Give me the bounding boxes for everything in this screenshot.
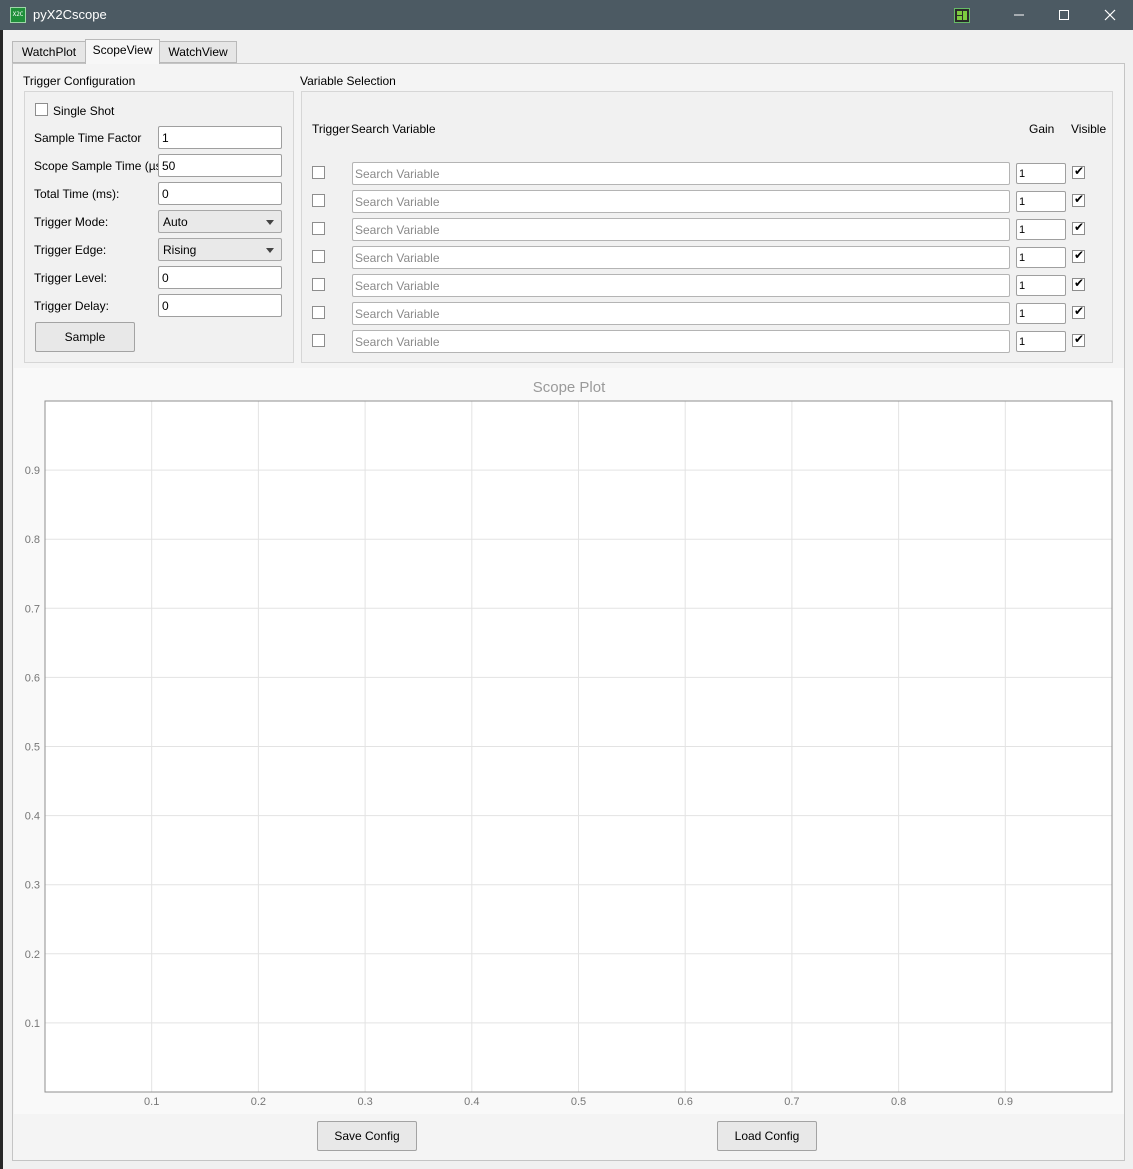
search-variable-input[interactable]: Search Variable <box>352 302 1010 325</box>
sample-button[interactable]: Sample <box>35 322 135 352</box>
search-column-header: Search Variable <box>351 122 436 136</box>
window-title: pyX2Cscope <box>33 7 107 22</box>
app-logo-icon: X2C <box>10 7 26 23</box>
title-bar[interactable]: X2C pyX2Cscope <box>0 0 1133 30</box>
sample-time-factor-field[interactable]: 1 <box>158 126 282 149</box>
single-shot-label: Single Shot <box>53 104 115 118</box>
close-icon <box>1104 9 1116 21</box>
trigger-edge-select[interactable]: Rising <box>158 238 282 261</box>
gain-field[interactable]: 1 <box>1016 247 1066 268</box>
visible-checkbox[interactable] <box>1072 220 1085 235</box>
total-time-label: Total Time (ms): <box>34 187 120 201</box>
search-variable-input[interactable]: Search Variable <box>352 274 1010 297</box>
gain-column-header: Gain <box>1029 122 1055 136</box>
maximize-button[interactable] <box>1041 0 1087 30</box>
visible-checkbox[interactable] <box>1072 276 1085 291</box>
y-tick-label: 0.9 <box>25 465 40 477</box>
trigger-column-header: Trigger <box>312 122 350 136</box>
y-tick-label: 0.6 <box>25 672 40 684</box>
plot-canvas[interactable]: 0.1 0.2 0.3 0.4 0.5 0.6 0.7 0.8 0.9 0.1 0.2 0.3 0.4 0… <box>14 368 1124 1114</box>
chevron-down-icon <box>266 220 274 225</box>
minimize-icon <box>1014 14 1024 16</box>
trigger-delay-label: Trigger Delay: <box>34 299 109 313</box>
window-edge <box>0 30 3 1169</box>
y-tick-label: 0.7 <box>25 603 40 615</box>
variable-selection-title: Variable Selection <box>300 74 396 88</box>
trigger-checkbox[interactable] <box>312 334 325 347</box>
chevron-down-icon <box>266 248 274 253</box>
x-tick-label: 0.2 <box>251 1096 266 1108</box>
gain-field[interactable]: 1 <box>1016 331 1066 352</box>
visible-checkbox[interactable] <box>1072 192 1085 207</box>
visible-column-header: Visible <box>1071 122 1107 136</box>
tab-scopeview[interactable]: ScopeView <box>85 39 160 64</box>
trigger-edge-label: Trigger Edge: <box>34 243 107 257</box>
visible-checkbox[interactable] <box>1072 304 1085 319</box>
minimize-button[interactable] <box>996 0 1042 30</box>
scope-plot[interactable]: Scope Plot 0.1 0.2 0.3 0.4 0.5 0.6 0.7 0.8 0.9 0.… <box>14 368 1124 1114</box>
x-tick-label: 0.1 <box>144 1096 159 1108</box>
trigger-mode-value: Auto <box>163 215 188 229</box>
load-config-button[interactable]: Load Config <box>717 1121 817 1151</box>
visible-checkbox[interactable] <box>1072 332 1085 347</box>
layout-icon[interactable] <box>954 8 970 23</box>
trigger-checkbox[interactable] <box>312 250 325 263</box>
trigger-checkbox[interactable] <box>312 306 325 319</box>
search-variable-input[interactable]: Search Variable <box>352 190 1010 213</box>
visible-checkbox[interactable] <box>1072 248 1085 263</box>
x-tick-label: 0.8 <box>891 1096 906 1108</box>
trigger-checkbox[interactable] <box>312 222 325 235</box>
single-shot-checkbox[interactable] <box>35 103 48 116</box>
trigger-edge-value: Rising <box>163 243 197 257</box>
total-time-field[interactable]: 0 <box>158 182 282 205</box>
tab-watchplot[interactable]: WatchPlot <box>12 41 86 63</box>
y-tick-label: 0.1 <box>25 1018 40 1030</box>
search-variable-input[interactable]: Search Variable <box>352 218 1010 241</box>
x-tick-label: 0.6 <box>678 1096 693 1108</box>
save-config-button[interactable]: Save Config <box>317 1121 417 1151</box>
trigger-checkbox[interactable] <box>312 166 325 179</box>
trigger-checkbox[interactable] <box>312 278 325 291</box>
x-tick-label: 0.3 <box>357 1096 372 1108</box>
x-tick-label: 0.9 <box>998 1096 1013 1108</box>
trigger-config-title: Trigger Configuration <box>23 74 136 88</box>
gain-field[interactable]: 1 <box>1016 163 1066 184</box>
y-tick-label: 0.2 <box>25 949 40 961</box>
y-tick-label: 0.3 <box>25 880 40 892</box>
y-tick-label: 0.8 <box>25 534 40 546</box>
gain-field[interactable]: 1 <box>1016 219 1066 240</box>
gain-field[interactable]: 1 <box>1016 303 1066 324</box>
search-variable-input[interactable]: Search Variable <box>352 246 1010 269</box>
search-variable-input[interactable]: Search Variable <box>352 162 1010 185</box>
x-tick-label: 0.4 <box>464 1096 479 1108</box>
gain-field[interactable]: 1 <box>1016 275 1066 296</box>
close-button[interactable] <box>1087 0 1133 30</box>
tab-watchview[interactable]: WatchView <box>159 41 237 63</box>
scope-sample-time-label: Scope Sample Time (µs): <box>34 159 169 173</box>
x-tick-label: 0.5 <box>571 1096 586 1108</box>
trigger-delay-field[interactable]: 0 <box>158 294 282 317</box>
visible-checkbox[interactable] <box>1072 164 1085 179</box>
x-tick-label: 0.7 <box>784 1096 799 1108</box>
y-tick-label: 0.4 <box>25 811 40 823</box>
search-variable-input[interactable]: Search Variable <box>352 330 1010 353</box>
trigger-level-label: Trigger Level: <box>34 271 107 285</box>
trigger-level-field[interactable]: 0 <box>158 266 282 289</box>
scope-sample-time-field[interactable]: 50 <box>158 154 282 177</box>
trigger-checkbox[interactable] <box>312 194 325 207</box>
gain-field[interactable]: 1 <box>1016 191 1066 212</box>
maximize-icon <box>1059 10 1069 20</box>
y-tick-label: 0.5 <box>25 742 40 754</box>
sample-time-factor-label: Sample Time Factor <box>34 131 142 145</box>
trigger-mode-select[interactable]: Auto <box>158 210 282 233</box>
trigger-mode-label: Trigger Mode: <box>34 215 109 229</box>
